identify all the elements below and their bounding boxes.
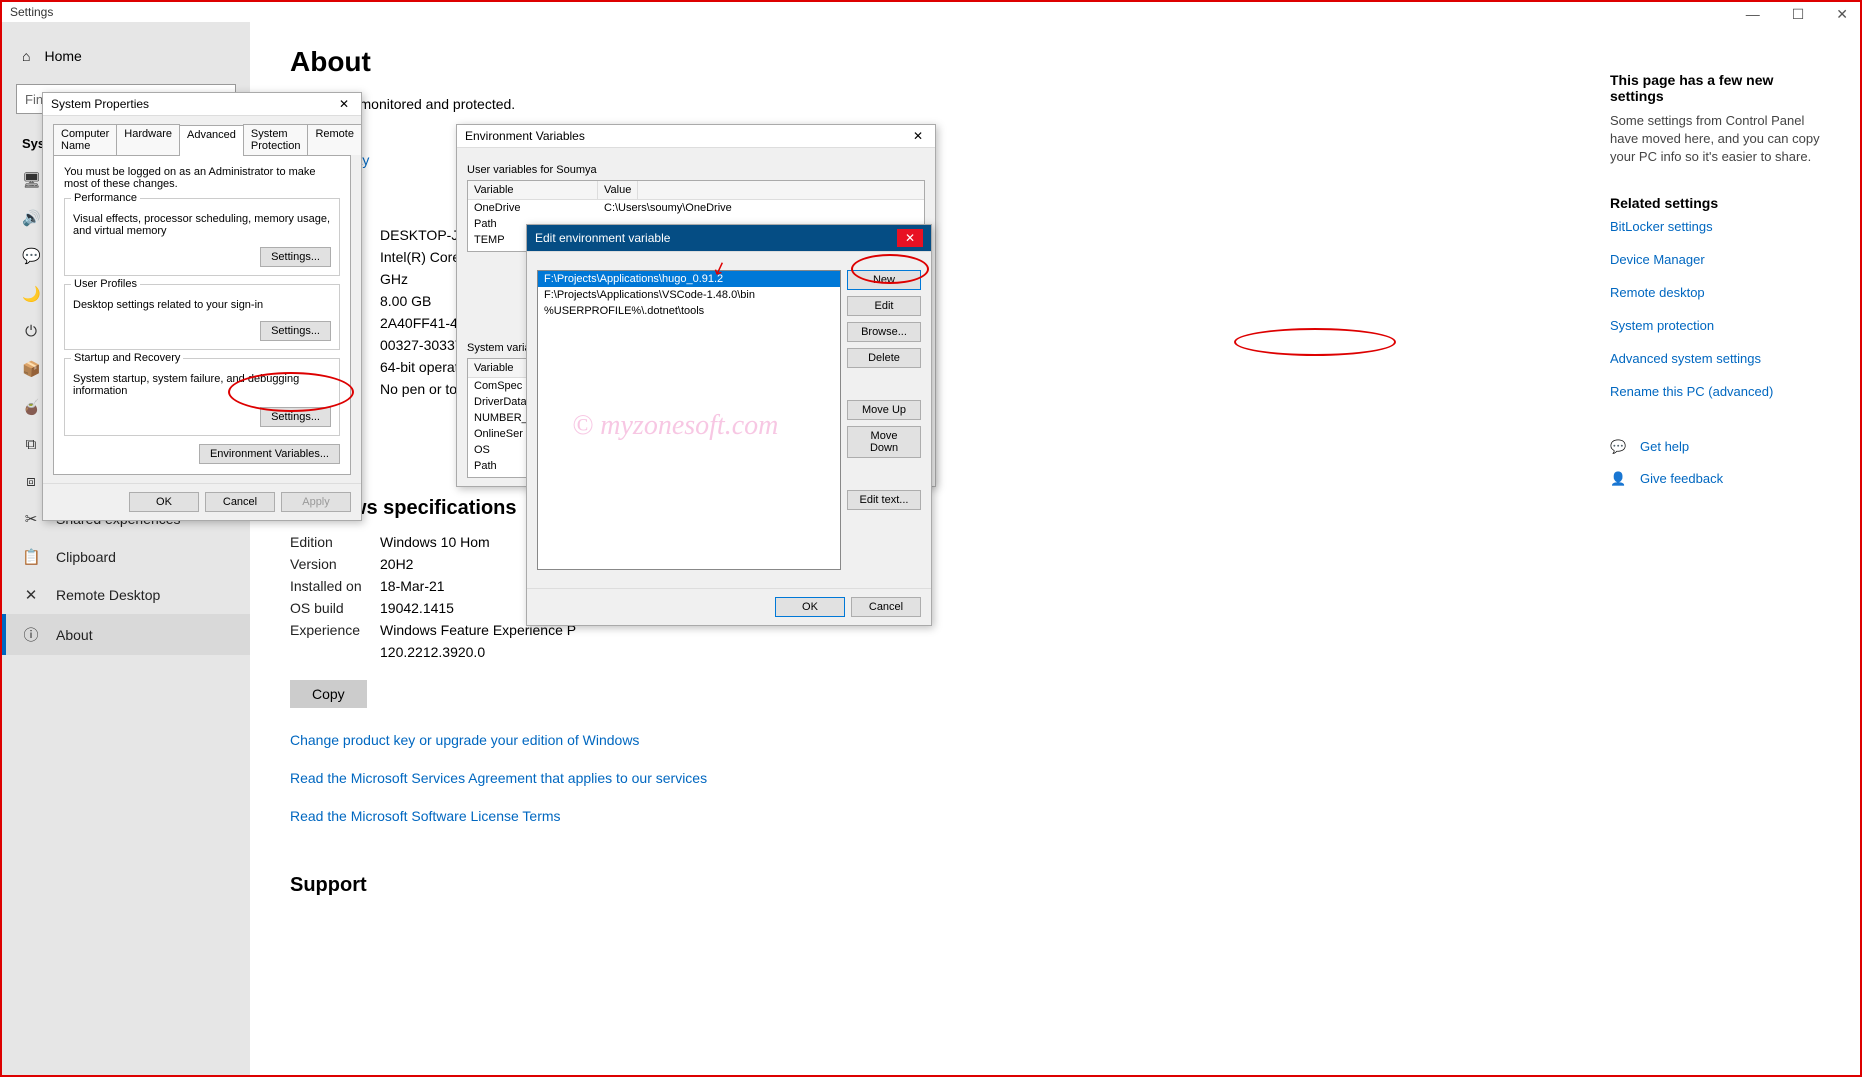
tab-remote[interactable]: Remote <box>307 124 362 155</box>
advanced-system-settings-link[interactable]: Advanced system settings <box>1610 351 1830 366</box>
editenv-cancel-button[interactable]: Cancel <box>851 597 921 617</box>
remote-desktop-link[interactable]: Remote desktop <box>1610 285 1830 300</box>
profiles-settings-button[interactable]: Settings... <box>260 321 331 341</box>
give-feedback-link[interactable]: 👤Give feedback <box>1610 471 1830 487</box>
titlebar: Settings — ☐ ✕ <box>2 2 1860 22</box>
shared-icon: ✂ <box>22 510 40 528</box>
system-protection-link[interactable]: System protection <box>1610 318 1830 333</box>
list-item[interactable]: %USERPROFILE%\.dotnet\tools <box>538 303 840 319</box>
home-icon: ⌂ <box>22 48 30 64</box>
startup-group: Startup and Recovery System startup, sys… <box>64 358 340 436</box>
license-terms-link[interactable]: Read the Microsoft Software License Term… <box>290 808 1820 824</box>
sysprop-close-button[interactable]: ✕ <box>335 97 353 111</box>
sysprop-tabs: Computer Name Hardware Advanced System P… <box>53 124 351 156</box>
projecting-icon: ⧈ <box>22 473 40 490</box>
system-properties-dialog: System Properties ✕ Computer Name Hardwa… <box>42 92 362 521</box>
sysprop-titlebar: System Properties ✕ <box>43 93 361 116</box>
rename-pc-link[interactable]: Rename this PC (advanced) <box>1610 384 1830 399</box>
about-icon: ⓘ <box>22 624 40 645</box>
right-panel: This page has a few new settings Some se… <box>1610 72 1830 503</box>
admin-note: You must be logged on as an Administrato… <box>64 166 340 190</box>
protection-status: Your PC is monitored and protected. <box>290 96 1820 112</box>
copy-button[interactable]: Copy <box>290 680 367 708</box>
sysprop-cancel-button[interactable]: Cancel <box>205 492 275 512</box>
tab-system-protection[interactable]: System Protection <box>243 124 309 155</box>
new-button[interactable]: New <box>847 270 921 290</box>
browse-button[interactable]: Browse... <box>847 322 921 342</box>
multitasking-icon: ⧉ <box>22 436 40 453</box>
get-help-link[interactable]: 💬Get help <box>1610 439 1830 455</box>
editenv-titlebar: Edit environment variable ✕ <box>527 225 931 252</box>
sound-icon: 🔊 <box>22 209 40 227</box>
new-settings-title: This page has a few new settings <box>1610 72 1830 104</box>
edit-env-dialog: Edit environment variable ✕ F:\Projects\… <box>526 224 932 626</box>
delete-button[interactable]: Delete <box>847 348 921 368</box>
envvars-close-button[interactable]: ✕ <box>909 129 927 143</box>
user-profiles-group: User Profiles Desktop settings related t… <box>64 284 340 350</box>
startup-settings-button[interactable]: Settings... <box>260 407 331 427</box>
edit-button[interactable]: Edit <box>847 296 921 316</box>
editenv-close-button[interactable]: ✕ <box>897 229 923 247</box>
move-up-button[interactable]: Move Up <box>847 400 921 420</box>
bitlocker-link[interactable]: BitLocker settings <box>1610 219 1830 234</box>
performance-group: Performance Visual effects, processor sc… <box>64 198 340 276</box>
remote-icon: ✕ <box>22 586 40 604</box>
editenv-ok-button[interactable]: OK <box>775 597 845 617</box>
notifications-icon: 💬 <box>22 247 40 265</box>
services-agreement-link[interactable]: Read the Microsoft Services Agreement th… <box>290 770 1820 786</box>
clipboard-icon: 📋 <box>22 548 40 566</box>
sidebar-item-clipboard[interactable]: 📋Clipboard <box>2 538 250 576</box>
display-icon: 🖥 <box>22 171 40 189</box>
help-icon: 💬 <box>1610 439 1628 455</box>
tablet-icon: 🧉 <box>22 398 40 416</box>
sidebar-item-about[interactable]: ⓘAbout <box>2 614 250 655</box>
tab-computer-name[interactable]: Computer Name <box>53 124 117 155</box>
change-product-key-link[interactable]: Change product key or upgrade your editi… <box>290 732 1820 748</box>
sidebar-item-remote[interactable]: ✕Remote Desktop <box>2 576 250 614</box>
device-manager-link[interactable]: Device Manager <box>1610 252 1830 267</box>
focus-icon: 🌙 <box>22 285 40 303</box>
sidebar-home[interactable]: ⌂ Home <box>2 40 250 72</box>
sysprop-ok-button[interactable]: OK <box>129 492 199 512</box>
window-title: Settings <box>10 5 53 19</box>
envvars-titlebar: Environment Variables ✕ <box>457 125 935 148</box>
user-vars-label: User variables for Soumya <box>467 164 925 176</box>
new-settings-body: Some settings from Control Panel have mo… <box>1610 112 1830 167</box>
tab-hardware[interactable]: Hardware <box>116 124 180 155</box>
win-spec-list: EditionWindows 10 Hom Version20H2 Instal… <box>290 534 1820 660</box>
list-item[interactable]: F:\Projects\Applications\VSCode-1.48.0\b… <box>538 287 840 303</box>
home-label: Home <box>44 48 81 64</box>
power-icon: ⏻ <box>22 323 40 340</box>
environment-variables-button[interactable]: Environment Variables... <box>199 444 340 464</box>
performance-settings-button[interactable]: Settings... <box>260 247 331 267</box>
list-item[interactable]: F:\Projects\Applications\hugo_0.91.2 <box>538 271 840 287</box>
page-title: About <box>290 46 1820 78</box>
support-title: Support <box>290 874 1820 897</box>
storage-icon: 📦 <box>22 360 40 378</box>
win-spec-title: Windows specifications <box>290 497 1820 520</box>
sysprop-apply-button[interactable]: Apply <box>281 492 351 512</box>
tab-advanced[interactable]: Advanced <box>179 125 244 156</box>
edit-text-button[interactable]: Edit text... <box>847 490 921 510</box>
related-title: Related settings <box>1610 195 1830 211</box>
path-list[interactable]: F:\Projects\Applications\hugo_0.91.2 F:\… <box>537 270 841 570</box>
feedback-icon: 👤 <box>1610 471 1628 487</box>
move-down-button[interactable]: Move Down <box>847 426 921 458</box>
